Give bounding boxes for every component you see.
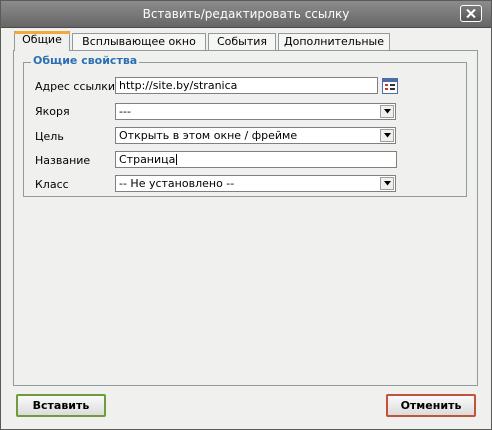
chevron-down-icon [384,133,391,138]
cancel-button[interactable]: Отменить [386,394,476,417]
anchors-select[interactable]: --- [115,103,396,120]
title-value: Страница [119,153,176,166]
dialog-title: Вставить/редактировать ссылку [142,7,350,21]
anchors-value: --- [119,105,131,118]
target-value: Открыть в этом окне / фрейме [119,129,298,142]
target-label: Цель [35,130,64,143]
anchors-label: Якоря [35,105,70,118]
url-input[interactable]: http://site.by/stranica [115,77,378,94]
class-dropdown-button[interactable] [380,177,394,190]
fieldset-legend: Общие свойства [31,54,140,67]
dialog-titlebar[interactable]: Вставить/редактировать ссылку [1,1,491,28]
tab-general[interactable]: Общие [14,31,70,51]
text-cursor [176,154,178,165]
class-label: Класс [35,178,69,191]
target-select[interactable]: Открыть в этом окне / фрейме [115,127,396,144]
tab-events[interactable]: События [208,33,276,50]
title-label: Название [35,154,91,167]
class-select[interactable]: -- Не установлено -- [115,175,396,192]
target-dropdown-button[interactable] [380,129,394,142]
tab-popup[interactable]: Всплывающее окно [72,33,206,50]
close-icon [466,9,476,18]
url-label: Адрес ссылки [35,80,116,93]
class-value: -- Не установлено -- [119,177,235,190]
chevron-down-icon [384,181,391,186]
title-input[interactable]: Страница [115,151,397,168]
anchors-dropdown-button[interactable] [380,105,394,118]
browse-button[interactable] [382,78,398,94]
close-button[interactable] [460,5,482,22]
insert-button[interactable]: Вставить [16,394,106,417]
tab-advanced[interactable]: Дополнительные [278,33,390,50]
chevron-down-icon [384,109,391,114]
browse-list-icon [382,78,398,94]
